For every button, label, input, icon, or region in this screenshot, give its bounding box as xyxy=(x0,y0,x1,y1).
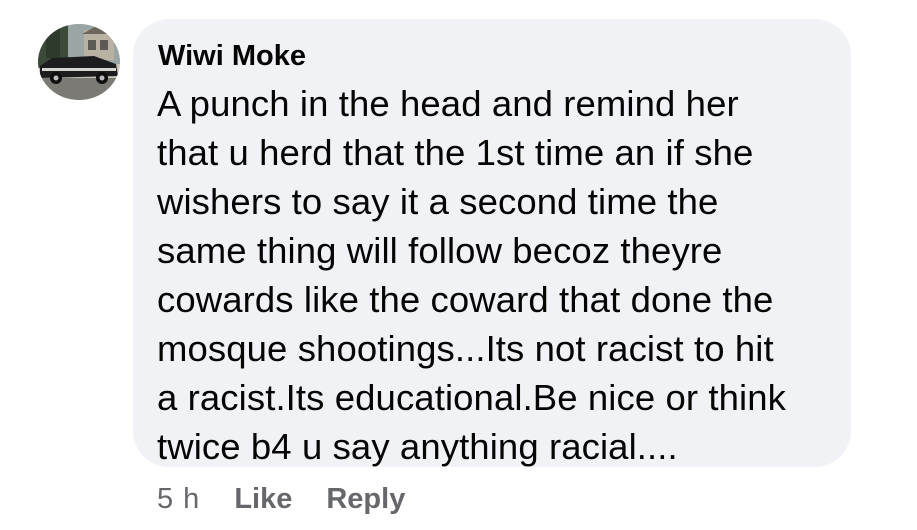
comment-author[interactable]: Wiwi Moke xyxy=(158,39,827,73)
comment-text: A punch in the head and remind her that … xyxy=(157,79,827,471)
comment-text-line: a racist.Its educational.Be nice or thin… xyxy=(157,377,786,418)
comment-text-line: same thing will follow becoz theyre xyxy=(157,230,723,271)
comment: Wiwi Moke A punch in the head and remind… xyxy=(0,0,917,530)
comment-text-line: that u herd that the 1st time an if she xyxy=(157,132,754,173)
comment-bubble: Wiwi Moke A punch in the head and remind… xyxy=(133,19,851,467)
comment-text-line: A punch in the head and remind her xyxy=(157,83,739,124)
avatar-photo xyxy=(38,24,120,100)
like-button[interactable]: Like xyxy=(234,483,292,516)
avatar[interactable] xyxy=(38,24,120,100)
reply-button[interactable]: Reply xyxy=(326,483,405,516)
comment-text-line: wishers to say it a second time the xyxy=(157,181,719,222)
comment-actions: 5 h Like Reply xyxy=(157,481,405,517)
comment-text-line: mosque shootings...Its not racist to hit xyxy=(157,328,774,369)
comment-text-line: twice b4 u say anything racial.... xyxy=(157,426,678,467)
comment-text-line: cowards like the coward that done the xyxy=(157,279,774,320)
comment-timestamp[interactable]: 5 h xyxy=(157,483,200,516)
